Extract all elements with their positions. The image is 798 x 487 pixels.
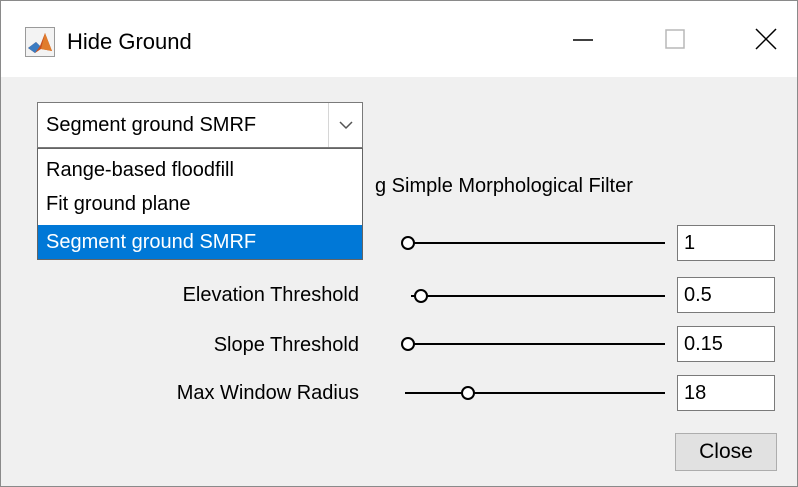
param-value-slope-threshold[interactable]: 0.15 <box>677 326 775 362</box>
chevron-down-icon <box>339 121 353 130</box>
slider-thumb[interactable] <box>414 289 428 303</box>
dropdown-arrow[interactable] <box>328 103 362 147</box>
param-value-0[interactable]: 1 <box>677 225 775 261</box>
param-slider-elevation-threshold[interactable] <box>407 284 665 308</box>
matlab-logo-icon <box>25 27 55 57</box>
param-slider-0[interactable] <box>401 231 665 255</box>
slider-track <box>411 295 665 297</box>
dropdown-option-range-floodfill[interactable]: Range-based floodfill <box>38 153 362 187</box>
close-window-button[interactable] <box>739 17 798 61</box>
param-label-max-window-radius: Max Window Radius <box>176 382 359 404</box>
dropdown-options-list: Range-based floodfill Fit ground plane S… <box>37 148 363 260</box>
slider-track <box>405 343 665 345</box>
maximize-button[interactable] <box>645 17 705 61</box>
dropdown-option-fit-ground-plane[interactable]: Fit ground plane <box>38 187 362 221</box>
dropdown-option-segment-smrf[interactable]: Segment ground SMRF <box>38 225 362 259</box>
window-title: Hide Ground <box>67 29 192 54</box>
slider-thumb[interactable] <box>401 236 415 250</box>
slider-thumb[interactable] <box>461 386 475 400</box>
minimize-icon <box>573 39 593 41</box>
dropdown-selected-value: Segment ground SMRF <box>46 114 257 136</box>
method-description: g Simple Morphological Filter <box>375 175 633 197</box>
maximize-icon <box>665 29 685 49</box>
hide-ground-window: Hide Ground g Simple Morphological Filte… <box>0 0 798 487</box>
minimize-button[interactable] <box>553 17 613 61</box>
param-label-elevation-threshold: Elevation Threshold <box>182 284 359 306</box>
param-slider-slope-threshold[interactable] <box>401 332 665 356</box>
slider-track <box>405 242 665 244</box>
slider-thumb[interactable] <box>401 337 415 351</box>
param-value-elevation-threshold[interactable]: 0.5 <box>677 277 775 313</box>
param-value-max-window-radius[interactable]: 18 <box>677 375 775 411</box>
close-button[interactable]: Close <box>675 433 777 471</box>
method-dropdown[interactable]: Segment ground SMRF <box>37 102 363 148</box>
slider-track <box>405 392 665 394</box>
close-icon <box>755 28 777 50</box>
param-slider-max-window-radius[interactable] <box>401 381 665 405</box>
title-bar: Hide Ground <box>1 1 797 77</box>
param-label-slope-threshold: Slope Threshold <box>213 334 359 356</box>
